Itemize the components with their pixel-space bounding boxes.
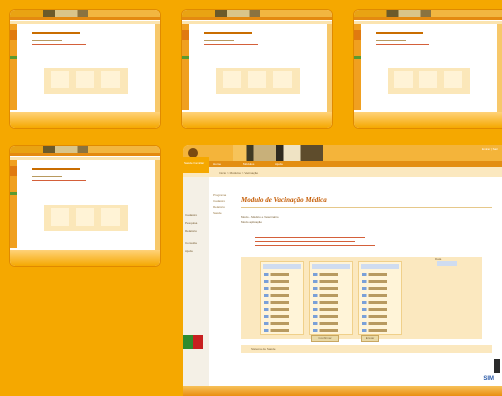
subnav-item-4[interactable]: Saúde <box>213 211 235 217</box>
nav-item-modules[interactable]: Módulos <box>243 162 254 166</box>
thumbnail-breadcrumb <box>182 21 332 24</box>
thumbnail-breadcrumb <box>10 21 160 24</box>
thumbnail-banner <box>10 146 160 153</box>
checkbox-row[interactable] <box>362 294 398 297</box>
checkbox-row[interactable] <box>362 287 398 290</box>
banner-photo-strip <box>233 145 323 161</box>
bottom-bar <box>183 386 502 396</box>
thumbnail-sidebar <box>182 24 189 110</box>
notice-line <box>255 241 355 242</box>
thumbnail-banner <box>10 10 160 17</box>
thumbnail-breadcrumb <box>10 157 160 160</box>
breadcrumb[interactable]: Início > Módulos > Vacinação <box>219 171 258 175</box>
thumbnail-window-1[interactable] <box>10 10 160 128</box>
checkbox-row[interactable] <box>264 315 300 318</box>
thumbnail-content <box>32 28 152 112</box>
main-window: Home Módulos Ajuda Entrar | Sair Início … <box>183 145 502 396</box>
checkbox-row[interactable] <box>313 308 349 311</box>
checkbox-row[interactable] <box>313 322 349 325</box>
thumbnail-sidebar <box>354 24 361 110</box>
flag-green-block <box>183 335 193 349</box>
checkbox-row[interactable] <box>362 322 398 325</box>
checkbox-row[interactable] <box>362 273 398 276</box>
thumbnail-navbar <box>354 17 502 20</box>
thumbnail-content <box>204 28 324 112</box>
checkbox-row[interactable] <box>313 329 349 332</box>
sidebar-item-5[interactable]: Ajuda <box>185 249 193 253</box>
thumbnail-breadcrumb <box>354 21 502 24</box>
thumbnail-navbar <box>10 17 160 20</box>
thumbnail-banner <box>182 10 332 17</box>
thumbnail-window-2[interactable] <box>182 10 332 128</box>
thumbnail-navbar <box>182 17 332 20</box>
footer-strip: Sistema de Saúde <box>241 345 492 353</box>
checkbox-row[interactable] <box>362 329 398 332</box>
checkbox-column-3 <box>358 261 402 335</box>
checkbox-row[interactable] <box>362 315 398 318</box>
checkbox-row[interactable] <box>264 294 300 297</box>
sidebar-item-4[interactable]: Consulta <box>185 241 197 245</box>
column-select[interactable] <box>312 264 350 269</box>
checkbox-row[interactable] <box>313 315 349 318</box>
checkbox-column-1 <box>260 261 304 335</box>
checkbox-row[interactable] <box>313 287 349 290</box>
date-select[interactable] <box>437 261 457 266</box>
nav-item-help[interactable]: Ajuda <box>275 162 283 166</box>
thumbnail-content <box>32 164 152 250</box>
checkbox-row[interactable] <box>313 280 349 283</box>
checkbox-row[interactable] <box>264 280 300 283</box>
intro-line-2: Modo aplicação <box>241 220 263 224</box>
thumbnail-sidebar <box>10 24 17 110</box>
subnav: Programa Cadastro Relatório Saúde <box>213 193 235 217</box>
side-emblem-icon <box>494 359 500 373</box>
thumbnail-scrollbar <box>497 24 502 112</box>
confirm-button[interactable]: Confirmar <box>311 335 339 342</box>
page-title: Modulo de Vacinação Médica <box>241 196 327 204</box>
checkbox-column-2 <box>309 261 353 335</box>
checkbox-row[interactable] <box>264 308 300 311</box>
checkbox-row[interactable] <box>264 322 300 325</box>
submit-button[interactable]: Enviar <box>361 335 379 342</box>
thumbnail-footer <box>10 112 160 128</box>
site-banner <box>183 145 502 161</box>
sidebar-heading-block <box>183 157 209 173</box>
column-select[interactable] <box>361 264 399 269</box>
notice-line <box>255 237 365 238</box>
thumbnail-footer <box>10 250 160 266</box>
checkbox-row[interactable] <box>313 294 349 297</box>
sim-logo: SIM <box>483 376 494 382</box>
thumbnail-window-4[interactable] <box>10 146 160 266</box>
thumbnail-footer <box>354 112 502 128</box>
checkbox-row[interactable] <box>264 287 300 290</box>
checkbox-row[interactable] <box>313 301 349 304</box>
sidebar-item-3[interactable]: Relatório <box>185 229 197 233</box>
thumbnail-navbar <box>10 153 160 156</box>
column-select[interactable] <box>263 264 301 269</box>
sidebar-heading: Saúde Familiar <box>184 161 205 165</box>
thumbnail-window-3[interactable] <box>354 10 502 128</box>
thumbnail-scrollbar <box>155 160 160 250</box>
notice-line <box>255 245 375 246</box>
thumbnail-content <box>376 28 494 112</box>
thumbnail-scrollbar <box>155 24 160 112</box>
checkbox-row[interactable] <box>264 301 300 304</box>
checkbox-row[interactable] <box>362 301 398 304</box>
checkbox-row[interactable] <box>264 329 300 332</box>
left-sidebar <box>183 177 209 396</box>
title-divider <box>241 207 492 208</box>
thumbnail-footer <box>182 112 332 128</box>
checkbox-row[interactable] <box>362 308 398 311</box>
sidebar-item-1[interactable]: Cadastro <box>185 213 197 217</box>
checkbox-row[interactable] <box>362 280 398 283</box>
thumbnail-sidebar <box>10 160 17 248</box>
sidebar-item-2[interactable]: Pesquisa <box>185 221 197 225</box>
thumbnail-banner <box>354 10 502 17</box>
checkbox-row[interactable] <box>313 273 349 276</box>
flag-red-block <box>193 335 203 349</box>
checkbox-row[interactable] <box>264 273 300 276</box>
intro-line-1: Modo - Médico e Veterinário <box>241 215 279 219</box>
top-links[interactable]: Entrar | Sair <box>482 147 498 151</box>
thumbnail-scrollbar <box>327 24 332 112</box>
nav-item-home[interactable]: Home <box>213 162 221 166</box>
